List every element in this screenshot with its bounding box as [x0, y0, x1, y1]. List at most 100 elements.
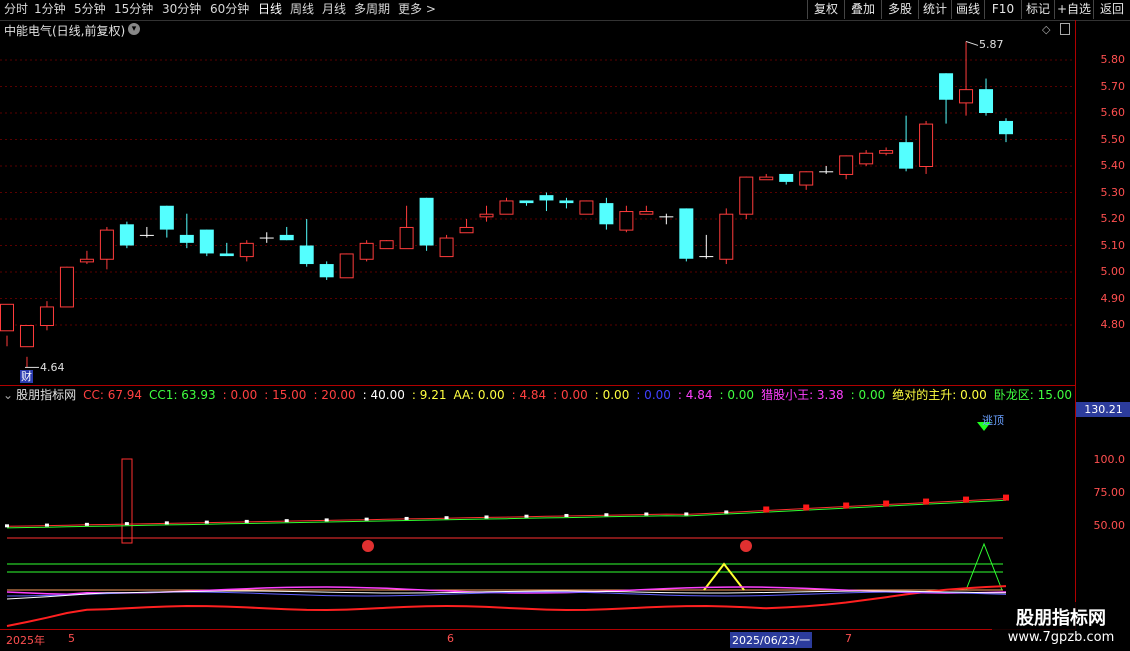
- indicator-title[interactable]: 股朋指标网: [16, 388, 76, 402]
- candle-body: [959, 89, 974, 104]
- candle-body: [79, 258, 94, 263]
- candle-body: [739, 176, 754, 215]
- candle-body: [619, 211, 634, 231]
- candle-body: [259, 237, 274, 239]
- indicator-value: 绝对的主升: 0.00: [892, 388, 987, 402]
- candle-body: [219, 253, 234, 257]
- period-tab-15min[interactable]: 15分钟: [114, 1, 153, 18]
- cc-line: [6, 498, 1007, 527]
- indicator-values: CC: 67.94 CC1: 63.93: 0.00: 15.00: 20.00:…: [83, 388, 1075, 402]
- period-tab-30min[interactable]: 30分钟: [162, 1, 201, 18]
- candle-body: [279, 234, 294, 241]
- cc-marker: [843, 502, 850, 509]
- price-tick-label: 5.00: [1100, 265, 1126, 278]
- candle-body: [199, 229, 214, 254]
- cc-marker: [763, 506, 770, 513]
- candle-body: [459, 226, 474, 234]
- candle-body: [799, 171, 814, 186]
- indicator-value: : 0.00: [553, 388, 588, 402]
- price-axis: 5.80 5.70 5.60 5.50 5.40 5.30 5.20 5.10 5.00 4.90…: [1075, 20, 1130, 385]
- finance-badge[interactable]: 财: [20, 370, 33, 383]
- candle-body: [579, 200, 594, 215]
- candle-body: [679, 208, 694, 259]
- chart-title: 中能电气(日线,前复权): [4, 24, 126, 38]
- cc-marker: [883, 500, 890, 507]
- period-tab-multi[interactable]: 多周期: [354, 1, 390, 18]
- candlestick-chart[interactable]: 中能电气(日线,前复权) ▾ ◇ 5.87 4.64 财: [0, 20, 1075, 385]
- price-tick-label: 5.70: [1100, 79, 1126, 93]
- period-tab-1min[interactable]: 1分钟: [34, 1, 66, 18]
- date-month-5: 5: [68, 632, 75, 645]
- candle-body: [699, 256, 714, 258]
- cc-marker: [444, 516, 449, 520]
- draw-line-button[interactable]: 画线: [951, 0, 984, 19]
- date-month-6: 6: [447, 632, 454, 645]
- cc-marker: [44, 523, 49, 527]
- period-tab-daily[interactable]: 日线: [258, 1, 282, 18]
- cc-marker: [644, 512, 649, 516]
- candle-body: [879, 150, 894, 154]
- candle-body: [859, 152, 874, 165]
- indicator-value: CC1: 63.93: [149, 388, 216, 402]
- indicator-panel[interactable]: 逃顶: [0, 404, 1075, 629]
- fuquan-button[interactable]: 复权: [807, 0, 844, 19]
- price-tick-label: 5.80: [1100, 53, 1126, 66]
- indicator-value: 卧龙区: 15.00: [993, 388, 1073, 402]
- candle-body: [99, 229, 114, 260]
- candle-body: [919, 123, 934, 167]
- indicator-axis: 130.21 100.0 75.00 50.00: [1075, 385, 1130, 630]
- candle-body: [19, 325, 34, 348]
- chevron-down-icon[interactable]: ▾: [128, 23, 140, 35]
- low-price-label: 4.64: [39, 361, 65, 375]
- candle-body: [319, 264, 334, 278]
- indicator-value: : 0.00: [850, 388, 886, 402]
- statistics-button[interactable]: 统计: [918, 0, 951, 19]
- candle-body: [359, 242, 374, 260]
- period-tab-fenshi[interactable]: 分时: [4, 1, 28, 18]
- chevron-down-icon[interactable]: ⌄: [3, 388, 13, 402]
- high-marker-line: [965, 40, 979, 46]
- axis-tick-75: 75.00: [1093, 486, 1126, 499]
- overlay-button[interactable]: 叠加: [844, 0, 881, 19]
- candle-body: [659, 216, 674, 218]
- cc-marker: [284, 519, 289, 523]
- candle-body: [559, 200, 574, 204]
- cc-marker: [803, 504, 810, 511]
- candles: [0, 41, 1013, 368]
- candle-body: [999, 120, 1013, 135]
- window-icon[interactable]: [1060, 23, 1070, 35]
- diamond-icon[interactable]: ◇: [1042, 23, 1050, 36]
- add-favorite-button[interactable]: +自选: [1054, 0, 1093, 19]
- price-gridlines: [0, 59, 1075, 326]
- period-tab-weekly[interactable]: 周线: [290, 1, 314, 18]
- candle-body: [139, 234, 154, 236]
- watermark-url: www.7gpzb.com: [1007, 630, 1115, 645]
- period-tab-monthly[interactable]: 月线: [322, 1, 346, 18]
- price-tick-label: 4.80: [1100, 318, 1126, 331]
- back-button[interactable]: 返回: [1093, 0, 1130, 19]
- candle-body: [439, 237, 454, 258]
- f10-button[interactable]: F10: [984, 0, 1021, 19]
- candle-body: [119, 224, 134, 246]
- candle-body: [939, 73, 954, 100]
- indicator-header: ⌄ 股朋指标网 CC: 67.94 CC1: 63.93: 0.00: 15.00: …: [0, 385, 1075, 404]
- price-tick-label: 5.60: [1100, 106, 1126, 119]
- indicator-value: 猎股小王: 3.38: [761, 388, 844, 402]
- candle-body: [499, 200, 514, 215]
- multi-stock-button[interactable]: 多股: [881, 0, 918, 19]
- indicator-value: : 0.00: [719, 388, 755, 402]
- candle-body: [479, 213, 494, 218]
- candle-body: [899, 142, 914, 169]
- yellow-signal: [703, 562, 745, 591]
- candle-body: [599, 203, 614, 225]
- mark-button[interactable]: 标记: [1021, 0, 1054, 19]
- indicator-value: : 40.00: [362, 388, 405, 402]
- period-tab-60min[interactable]: 60分钟: [210, 1, 249, 18]
- period-tab-5min[interactable]: 5分钟: [74, 1, 106, 18]
- cc-marker: [1003, 494, 1009, 501]
- period-tab-more[interactable]: 更多 >: [398, 1, 436, 18]
- high-price-label: 5.87: [979, 38, 1004, 52]
- price-tick-label: 5.50: [1100, 132, 1126, 146]
- candle-body: [419, 197, 434, 246]
- candle-body: [39, 306, 54, 327]
